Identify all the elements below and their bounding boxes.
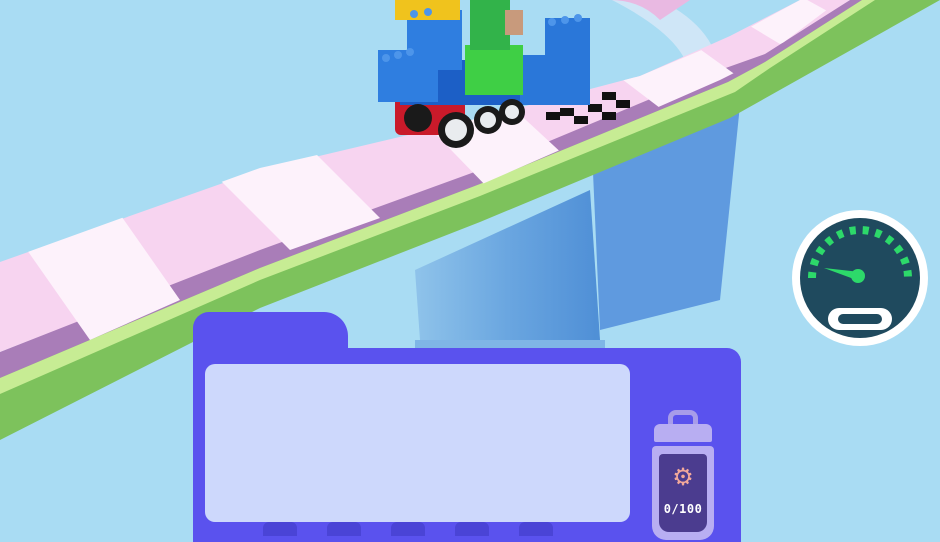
slot-indicator (327, 522, 361, 536)
slot-indicators (263, 522, 553, 536)
speedometer-icon (792, 210, 928, 346)
parts-bin-button[interactable]: ⚙ 0/100 (648, 404, 718, 542)
inventory-panel: ⚙ 0/100 (193, 312, 741, 542)
slot-indicator (263, 522, 297, 536)
gear-icon: ⚙ (672, 463, 694, 491)
bin-inner: ⚙ 0/100 (659, 454, 707, 532)
bin-body: ⚙ 0/100 (652, 446, 714, 540)
brick-drop-area[interactable] (205, 364, 630, 522)
bin-count: 0/100 (663, 502, 703, 516)
slot-indicator (455, 522, 489, 536)
slot-indicator (391, 522, 425, 536)
panel-body: ⚙ 0/100 (193, 348, 741, 542)
bin-lid (654, 424, 712, 442)
speedometer[interactable] (790, 208, 930, 348)
slot-indicator (519, 522, 553, 536)
bin-handle (668, 410, 698, 424)
